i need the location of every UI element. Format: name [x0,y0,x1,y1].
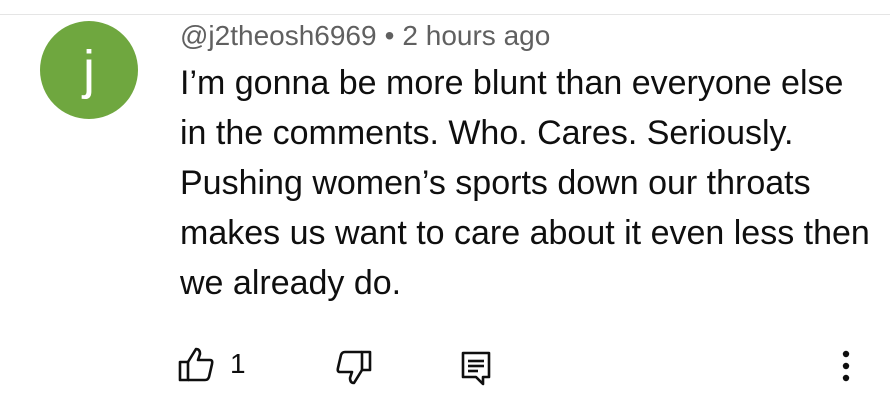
like-count: 1 [230,348,246,379]
comment-text: I’m gonna be more blunt than everyone el… [180,64,870,302]
thumbs-down-icon [336,350,372,385]
like-button[interactable] [176,344,216,384]
timestamp[interactable]: 2 hours ago [402,20,550,51]
author-handle[interactable]: @j2theosh6969 [180,20,377,51]
more-options-button[interactable] [826,348,866,388]
dislike-button[interactable] [334,348,374,388]
avatar-letter: j [83,40,95,100]
comment-actions: 1 [0,338,890,394]
thumbs-up-icon [178,347,214,382]
reply-comment-icon [461,351,491,386]
avatar[interactable]: j [40,21,138,119]
comment-item: j @j2theosh6969 • 2 hours ago I’m gonna be… [0,0,890,416]
comment-meta: @j2theosh6969 • 2 hours ago [180,18,550,54]
reply-button[interactable] [456,348,496,388]
meta-separator: • [384,20,395,51]
more-vertical-icon [842,350,850,382]
